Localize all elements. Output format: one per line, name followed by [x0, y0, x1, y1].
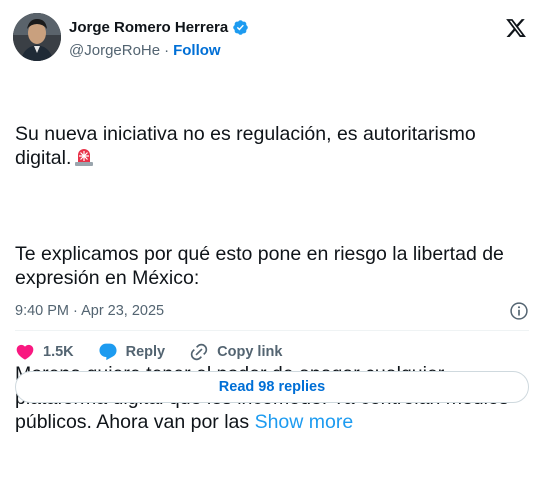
read-replies-label: Read 98 replies — [218, 379, 326, 395]
show-more-link[interactable]: Show more — [255, 411, 354, 433]
name-row: Jorge Romero Herrera — [69, 19, 249, 36]
author-handle[interactable]: @JorgeRoHe — [69, 42, 160, 59]
copy-link-button[interactable]: Copy link — [189, 342, 282, 362]
tweet-card: Jorge Romero Herrera @JorgeRoHe · Follow… — [0, 0, 544, 433]
rotating-light-emoji-icon — [75, 149, 94, 166]
link-icon — [190, 343, 208, 361]
copy-link-label: Copy link — [217, 344, 283, 360]
tweet-paragraph: Te explicamos por qué esto pone en riesg… — [15, 243, 510, 289]
heart-icon — [16, 344, 34, 360]
verified-badge-icon — [233, 20, 248, 35]
handle-row: @JorgeRoHe · Follow — [69, 42, 221, 59]
like-count: 1.5K — [43, 344, 74, 360]
tweet-timestamp[interactable]: 9:40 PM · Apr 23, 2025 — [15, 303, 164, 319]
reply-button[interactable]: Reply — [98, 342, 166, 362]
avatar[interactable] — [13, 13, 61, 61]
follow-button[interactable]: Follow — [173, 42, 221, 59]
info-icon[interactable] — [509, 301, 529, 321]
reply-label: Reply — [125, 344, 166, 360]
tweet-header: Jorge Romero Herrera @JorgeRoHe · Follow — [13, 13, 531, 65]
author-display-name[interactable]: Jorge Romero Herrera — [69, 19, 228, 36]
x-logo-icon[interactable] — [505, 17, 527, 39]
like-button[interactable]: 1.5K — [15, 342, 74, 362]
tweet-actions: 1.5K Reply Copy link — [15, 340, 282, 364]
read-replies-button[interactable]: Read 98 replies — [15, 371, 529, 403]
divider — [15, 330, 529, 331]
separator-dot: · — [164, 42, 170, 59]
tweet-text: Su nueva iniciativa no es regulación, es… — [15, 74, 525, 482]
avatar-portrait-icon — [13, 13, 61, 61]
reply-bubble-icon — [99, 343, 117, 361]
tweet-paragraph: Su nueva iniciativa no es regulación, es… — [15, 122, 525, 170]
